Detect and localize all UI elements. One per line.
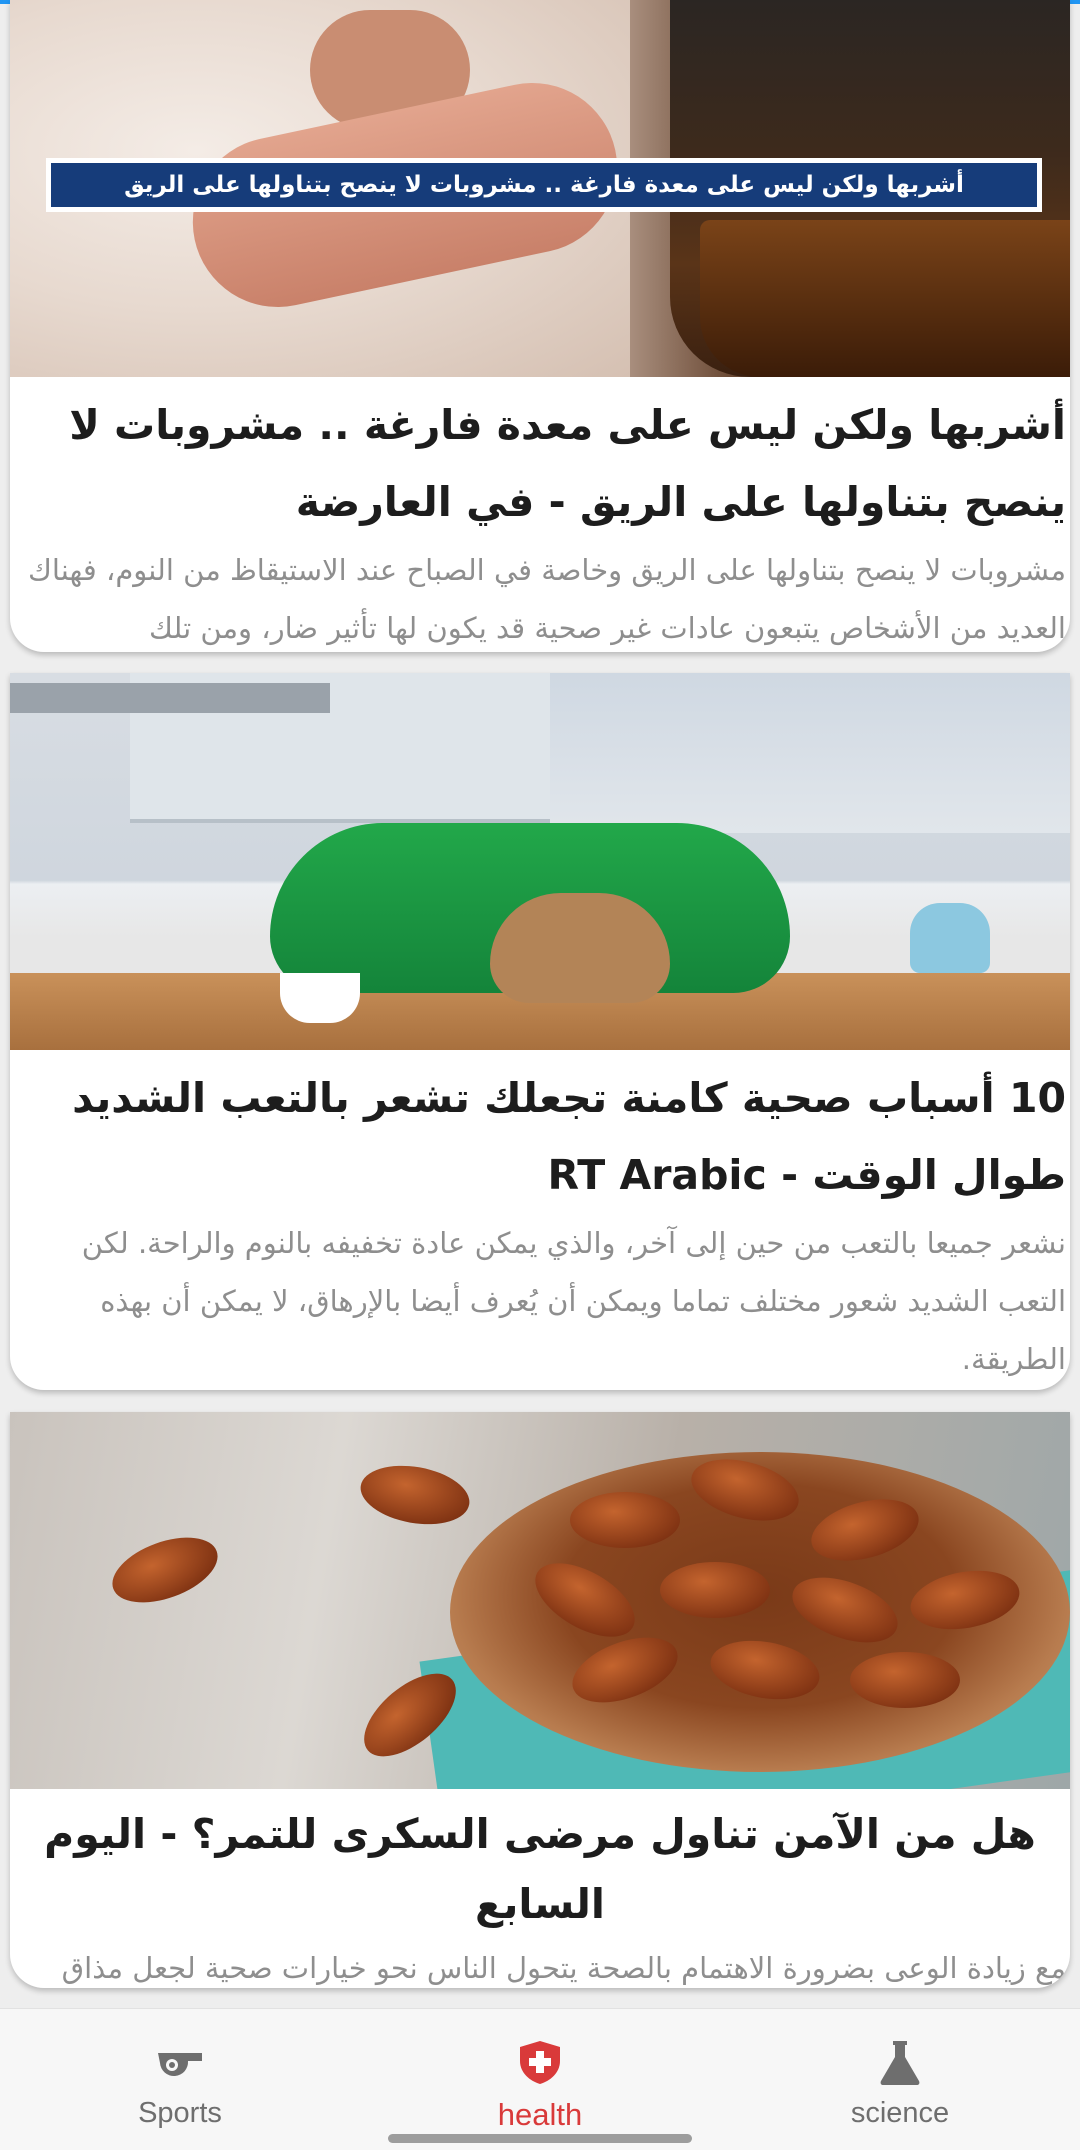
whistle-icon xyxy=(158,2053,202,2077)
article-description: مع زيادة الوعى بضرورة الاهتمام بالصحة يت… xyxy=(61,1951,1066,1985)
nav-item-science[interactable]: science xyxy=(800,2009,1000,2150)
article-description: نشعر جميعا بالتعب من حين إلى آخر، والذي … xyxy=(81,1226,1066,1376)
article-image: أشربها ولكن ليس على معدة فارغة .. مشروبا… xyxy=(10,0,1070,377)
article-image xyxy=(10,1412,1070,1789)
nav-label: health xyxy=(497,2097,583,2132)
bottom-navigation: Sports health science xyxy=(0,2008,1080,2150)
article-description: مشروبات لا ينصح بتناولها على الريق وخاصة… xyxy=(28,553,1066,645)
article-image xyxy=(10,673,1070,1050)
article-title[interactable]: أشربها ولكن ليس على معدة فارغة .. مشروبا… xyxy=(14,387,1066,541)
image-caption-text: أشربها ولكن ليس على معدة فارغة .. مشروبا… xyxy=(51,163,1037,207)
health-shield-icon xyxy=(520,2041,560,2084)
article-title[interactable]: 10 أسباب صحية كامنة تجعلك تشعر بالتعب ال… xyxy=(14,1060,1066,1214)
nav-label: science xyxy=(850,2097,950,2129)
nav-label: Sports xyxy=(138,2097,222,2129)
article-title[interactable]: هل من الآمن تناول مرضى السكرى للتمر؟ - ا… xyxy=(14,1799,1066,1939)
nav-item-sports[interactable]: Sports xyxy=(80,2009,280,2150)
gesture-handle[interactable] xyxy=(388,2134,692,2143)
article-card[interactable]: أشربها ولكن ليس على معدة فارغة .. مشروبا… xyxy=(10,0,1070,652)
article-card[interactable]: هل من الآمن تناول مرضى السكرى للتمر؟ - ا… xyxy=(10,1412,1070,1988)
nav-item-health[interactable]: health xyxy=(440,2009,640,2150)
article-card[interactable]: 10 أسباب صحية كامنة تجعلك تشعر بالتعب ال… xyxy=(10,673,1070,1390)
flask-icon xyxy=(880,2041,920,2085)
image-caption-banner: أشربها ولكن ليس على معدة فارغة .. مشروبا… xyxy=(46,158,1042,212)
